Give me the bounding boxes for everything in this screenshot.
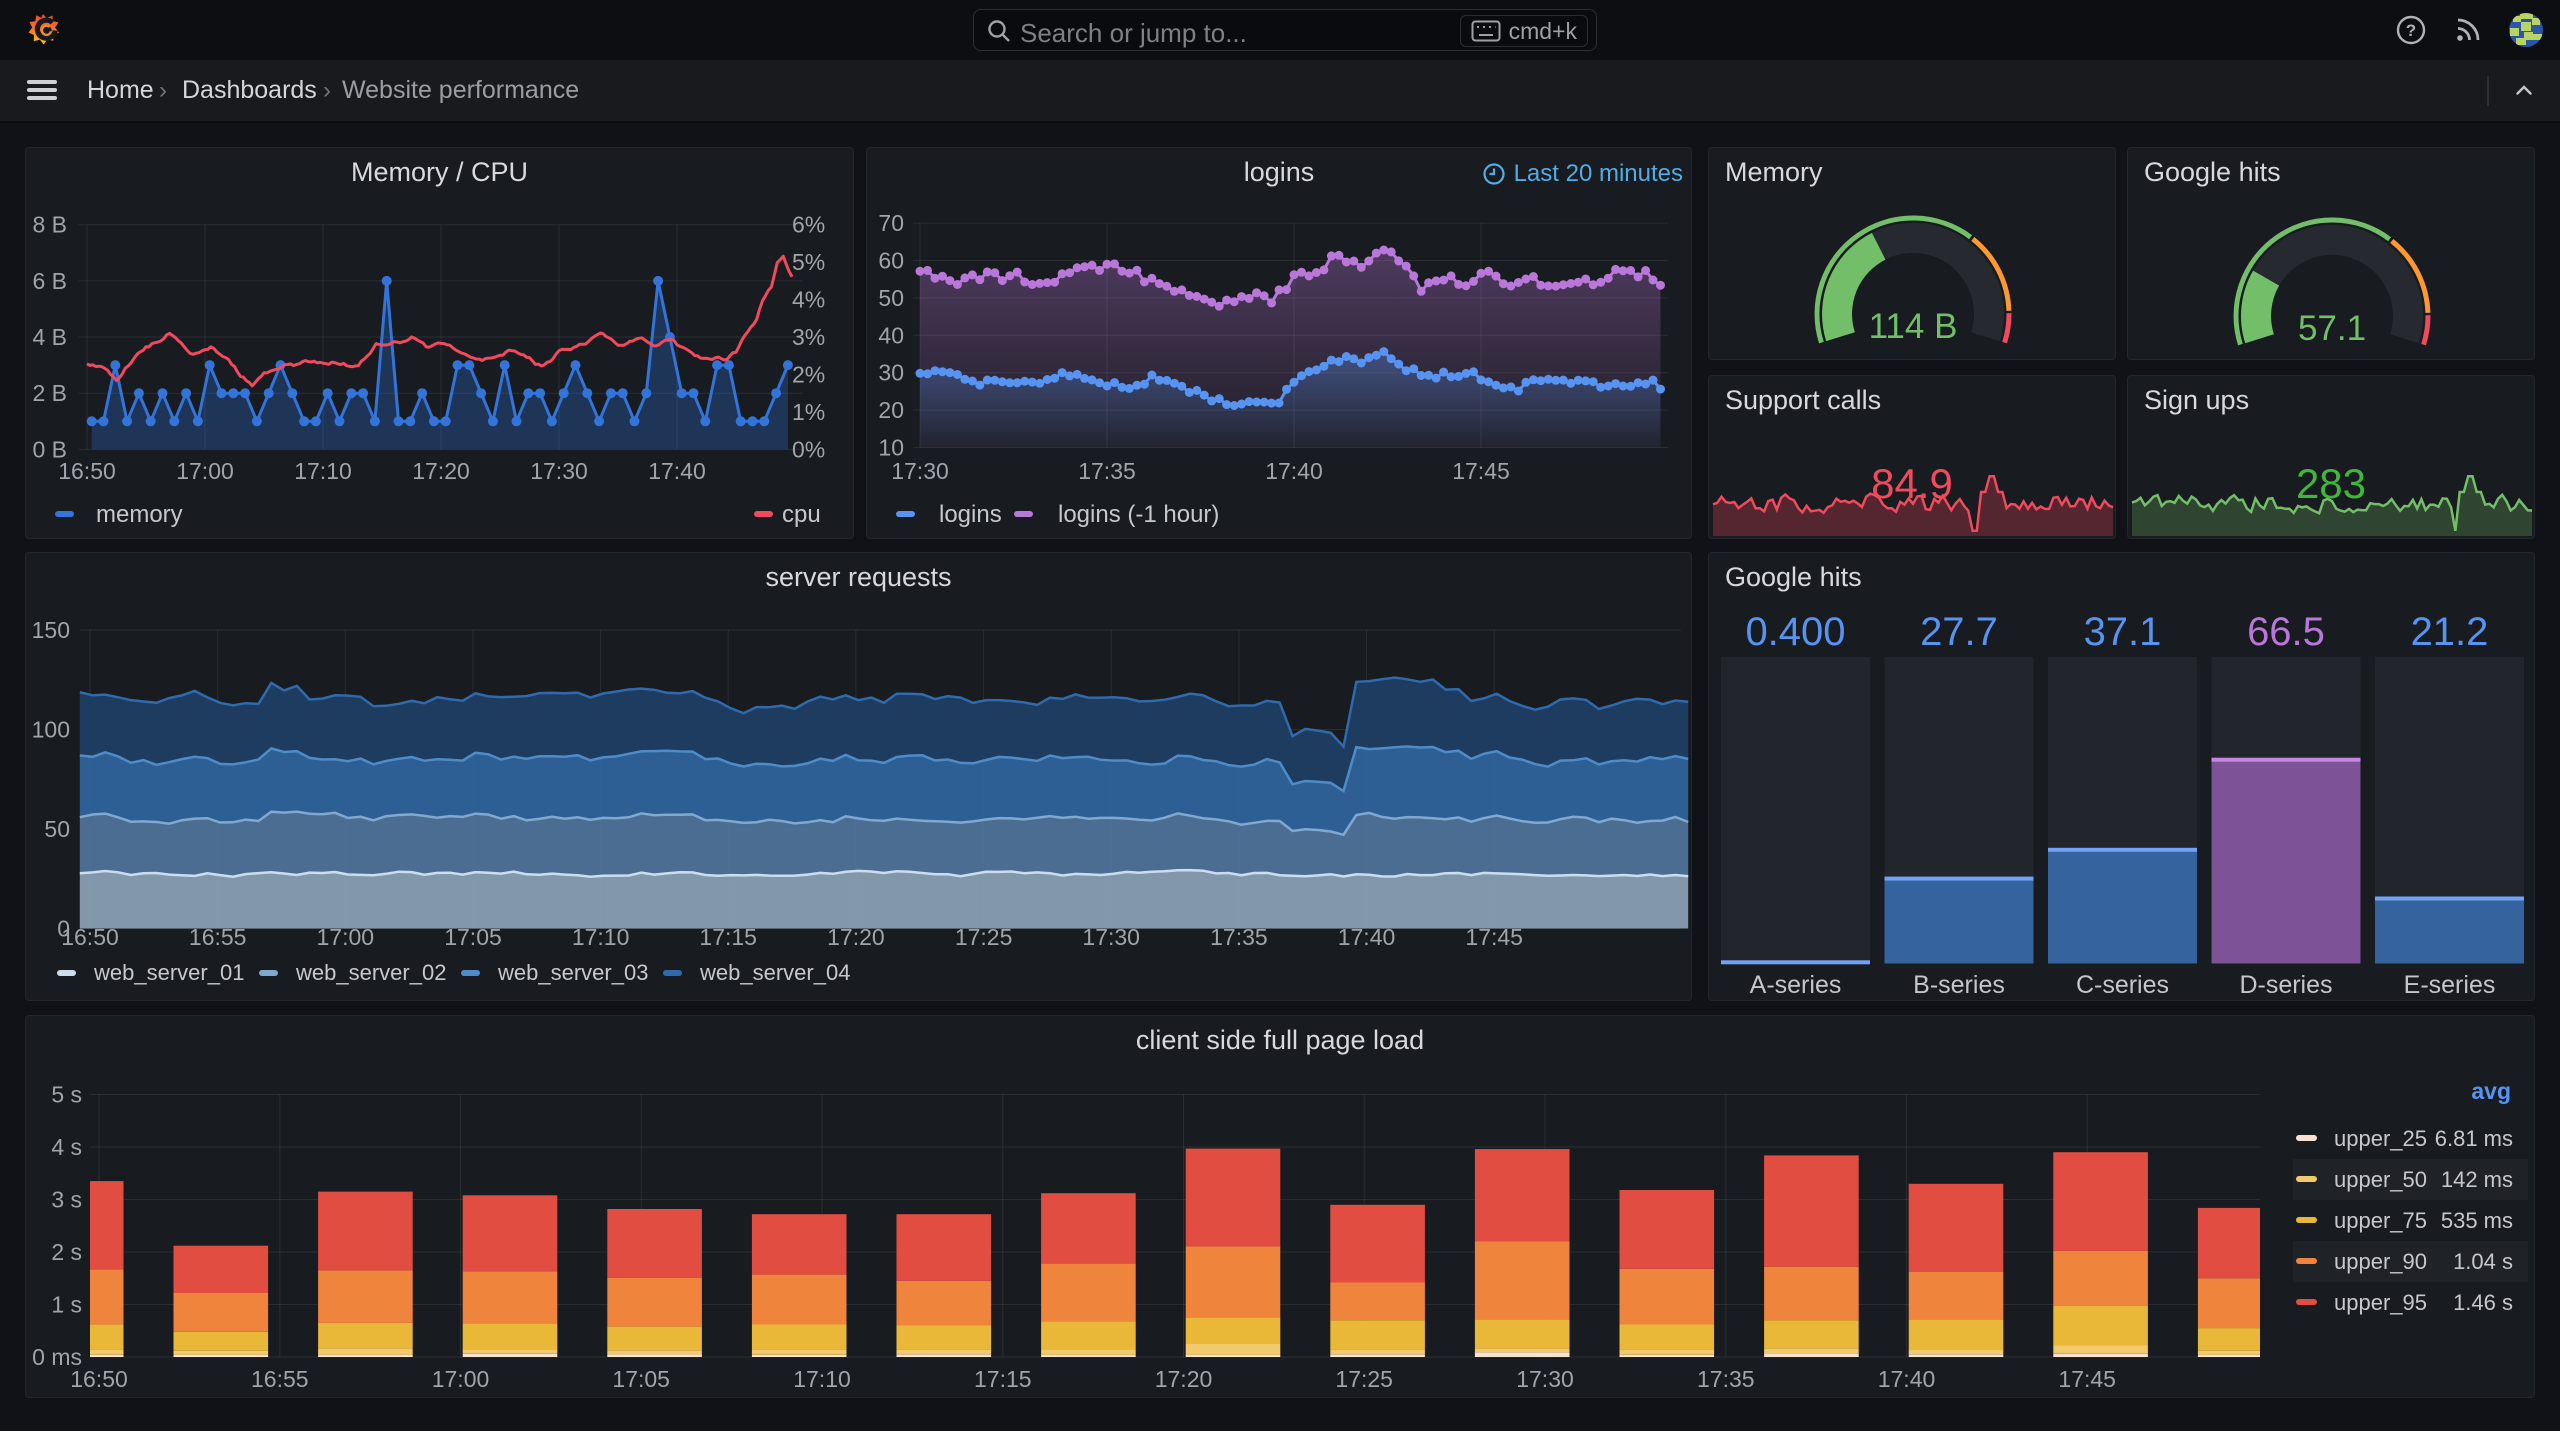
svg-text:web_server_02: web_server_02	[295, 960, 446, 985]
svg-text:0.400: 0.400	[1745, 610, 1845, 654]
svg-text:17:40: 17:40	[1265, 458, 1323, 484]
svg-text:upper_25: upper_25	[2334, 1126, 2427, 1151]
svg-text:4 B: 4 B	[32, 324, 67, 350]
svg-text:?: ?	[2406, 21, 2416, 40]
svg-text:17:10: 17:10	[793, 1366, 851, 1392]
svg-text:6.81 ms: 6.81 ms	[2435, 1126, 2513, 1151]
svg-text:17:30: 17:30	[891, 458, 949, 484]
svg-text:17:20: 17:20	[1155, 1366, 1213, 1392]
svg-text:logins (-1 hour): logins (-1 hour)	[1058, 501, 1219, 528]
svg-text:17:20: 17:20	[412, 458, 470, 484]
svg-text:E-series: E-series	[2404, 971, 2496, 999]
svg-text:web_server_03: web_server_03	[497, 960, 648, 985]
svg-text:B-series: B-series	[1913, 971, 2005, 999]
svg-text:30: 30	[878, 360, 904, 386]
svg-text:66.5: 66.5	[2247, 610, 2325, 654]
svg-text:logins: logins	[939, 501, 1002, 528]
svg-text:100: 100	[32, 717, 70, 743]
svg-text:3 s: 3 s	[51, 1187, 82, 1213]
svg-text:70: 70	[878, 210, 904, 236]
svg-text:16:50: 16:50	[58, 458, 116, 484]
svg-text:5%: 5%	[792, 249, 825, 275]
svg-text:A-series: A-series	[1750, 971, 1842, 999]
svg-text:6 B: 6 B	[32, 268, 67, 294]
svg-text:2 B: 2 B	[32, 380, 67, 406]
svg-text:17:15: 17:15	[974, 1366, 1032, 1392]
svg-text:C-series: C-series	[2076, 971, 2169, 999]
svg-text:17:35: 17:35	[1697, 1366, 1755, 1392]
svg-text:1.04 s: 1.04 s	[2453, 1249, 2513, 1274]
svg-text:17:00: 17:00	[432, 1366, 490, 1392]
svg-text:D-series: D-series	[2239, 971, 2332, 999]
svg-text:150: 150	[32, 617, 70, 643]
svg-text:17:30: 17:30	[1516, 1366, 1574, 1392]
svg-text:upper_90: upper_90	[2334, 1249, 2427, 1274]
svg-text:17:10: 17:10	[294, 458, 352, 484]
svg-text:50: 50	[878, 285, 904, 311]
svg-text:16:50: 16:50	[70, 1366, 128, 1392]
svg-text:17:40: 17:40	[648, 458, 706, 484]
svg-text:cpu: cpu	[782, 501, 821, 528]
svg-text:4%: 4%	[792, 287, 825, 313]
svg-text:6%: 6%	[792, 212, 825, 238]
svg-text:37.1: 37.1	[2084, 610, 2162, 654]
svg-text:10: 10	[878, 435, 904, 461]
svg-text:60: 60	[878, 248, 904, 274]
svg-text:17:45: 17:45	[2058, 1366, 2116, 1392]
svg-text:memory: memory	[96, 501, 183, 528]
svg-text:16:55: 16:55	[251, 1366, 309, 1392]
svg-text:50: 50	[44, 816, 70, 842]
svg-text:17:05: 17:05	[612, 1366, 670, 1392]
svg-text:avg: avg	[2471, 1078, 2511, 1104]
svg-text:17:40: 17:40	[1878, 1366, 1936, 1392]
svg-text:upper_95: upper_95	[2334, 1290, 2427, 1315]
svg-text:20: 20	[878, 397, 904, 423]
svg-text:17:00: 17:00	[176, 458, 234, 484]
svg-text:17:35: 17:35	[1078, 458, 1136, 484]
svg-text:21.2: 21.2	[2411, 610, 2489, 654]
svg-text:0%: 0%	[792, 436, 825, 462]
svg-text:17:25: 17:25	[1335, 1366, 1393, 1392]
svg-text:4 s: 4 s	[51, 1134, 82, 1160]
svg-text:2%: 2%	[792, 362, 825, 388]
svg-text:2 s: 2 s	[51, 1239, 82, 1265]
svg-text:5 s: 5 s	[51, 1082, 82, 1108]
svg-text:142 ms: 142 ms	[2441, 1167, 2513, 1192]
svg-text:1 s: 1 s	[51, 1292, 82, 1318]
svg-text:1%: 1%	[792, 399, 825, 425]
svg-text:40: 40	[878, 322, 904, 348]
svg-text:8 B: 8 B	[32, 212, 67, 238]
svg-text:114 B: 114 B	[1869, 307, 1958, 346]
svg-text:17:45: 17:45	[1452, 458, 1510, 484]
svg-text:upper_50: upper_50	[2334, 1167, 2427, 1192]
svg-text:1.46 s: 1.46 s	[2453, 1290, 2513, 1315]
svg-text:535 ms: 535 ms	[2441, 1208, 2513, 1233]
svg-text:upper_75: upper_75	[2334, 1208, 2427, 1233]
svg-text:57.1: 57.1	[2298, 309, 2366, 348]
svg-text:17:30: 17:30	[530, 458, 588, 484]
svg-text:web_server_01: web_server_01	[93, 960, 244, 985]
svg-text:3%: 3%	[792, 324, 825, 350]
svg-text:web_server_04: web_server_04	[699, 960, 850, 985]
svg-text:27.7: 27.7	[1920, 610, 1998, 654]
